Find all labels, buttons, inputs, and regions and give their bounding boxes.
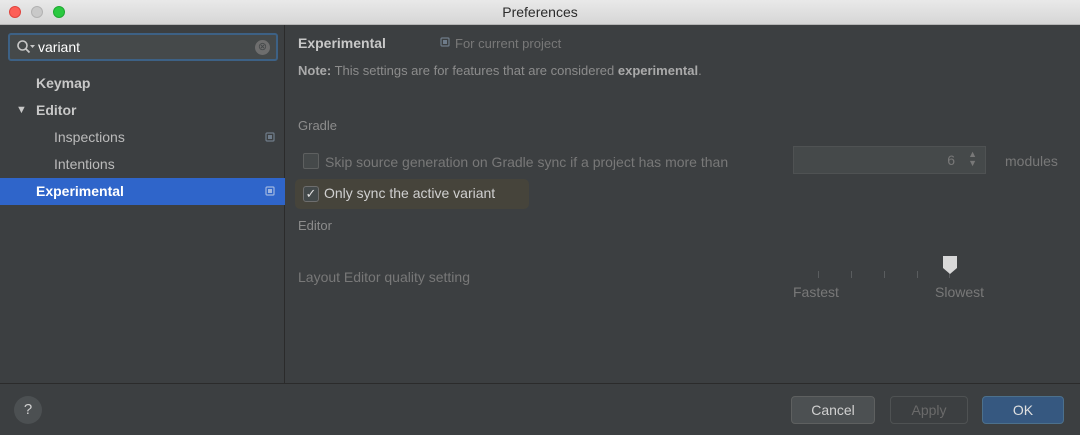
apply-button[interactable]: Apply [890,396,968,424]
sidebar-item-experimental[interactable]: Experimental [0,178,285,205]
modules-label: modules [1005,153,1058,169]
search-input[interactable] [38,37,248,57]
copy-settings-icon [265,132,275,142]
sidebar-item-label: Editor [36,102,77,118]
skip-source-generation-checkbox[interactable] [303,153,319,169]
sidebar-item-label: Inspections [54,129,125,145]
sidebar-item-label: Keymap [36,75,91,91]
only-sync-active-variant-checkbox[interactable]: ✓ [303,186,319,202]
sidebar-item-editor[interactable]: ▼ Editor [0,97,285,124]
layout-quality-slider[interactable] [818,271,950,278]
settings-panel: Experimental For current project Note: T… [285,25,1080,383]
note-suffix: . [698,63,702,78]
slider-tick [917,271,918,278]
slider-tick [818,271,819,278]
note-text: This settings are for features that are … [331,63,618,78]
settings-sidebar: ⊗ Keymap ▼ Editor Inspections Intentions… [0,25,285,383]
panel-header: Experimental For current project [285,25,1080,61]
only-sync-active-variant-row[interactable]: ✓ Only sync the active variant [295,179,529,209]
editor-section-title: Editor [298,218,332,233]
project-scope-icon [440,37,450,50]
search-icon[interactable] [16,39,36,57]
experimental-note: Note: This settings are for features tha… [298,63,702,78]
slowest-label: Slowest [935,284,985,300]
help-button[interactable]: ? [14,396,42,424]
sidebar-item-label: Intentions [54,156,115,172]
fastest-label: Fastest [793,284,839,300]
slider-tick [851,271,852,278]
copy-settings-icon [265,186,275,196]
sidebar-item-label: Experimental [36,183,124,199]
gradle-section-title: Gradle [298,118,338,133]
spinner-arrows-icon[interactable]: ▲ ▼ [968,150,977,168]
cancel-button[interactable]: Cancel [791,396,875,424]
note-prefix: Note: [298,63,332,78]
clear-search-icon[interactable]: ⊗ [255,40,270,55]
skip-source-generation-row: Skip source generation on Gradle sync if… [303,153,728,170]
page-title: Experimental [298,35,386,51]
skip-source-generation-label: Skip source generation on Gradle sync if… [325,154,729,170]
sidebar-item-keymap[interactable]: Keymap [0,70,285,97]
note-bold: experimental [617,63,699,78]
project-scope-label: For current project [455,36,562,51]
layout-quality-label: Layout Editor quality setting [298,269,470,285]
sidebar-item-intentions[interactable]: Intentions [0,151,285,178]
slider-tick [884,271,885,278]
module-count-value: 6 [947,152,955,168]
module-count-field[interactable]: 6 ▲ ▼ [793,146,986,174]
settings-search-box[interactable]: ⊗ [8,33,278,61]
window-title: Preferences [502,4,578,20]
sidebar-item-inspections[interactable]: Inspections [0,124,285,151]
dialog-footer: ? Cancel Apply OK [0,383,1080,435]
preferences-window: Preferences ⊗ Keymap ▼ Editor Inspection… [0,0,1080,435]
only-sync-active-variant-label: Only sync the active variant [324,185,496,201]
title-bar: Preferences [0,0,1080,25]
expand-arrow-icon[interactable]: ▼ [16,97,27,124]
ok-button[interactable]: OK [982,396,1064,424]
slider-thumb[interactable] [943,256,957,274]
